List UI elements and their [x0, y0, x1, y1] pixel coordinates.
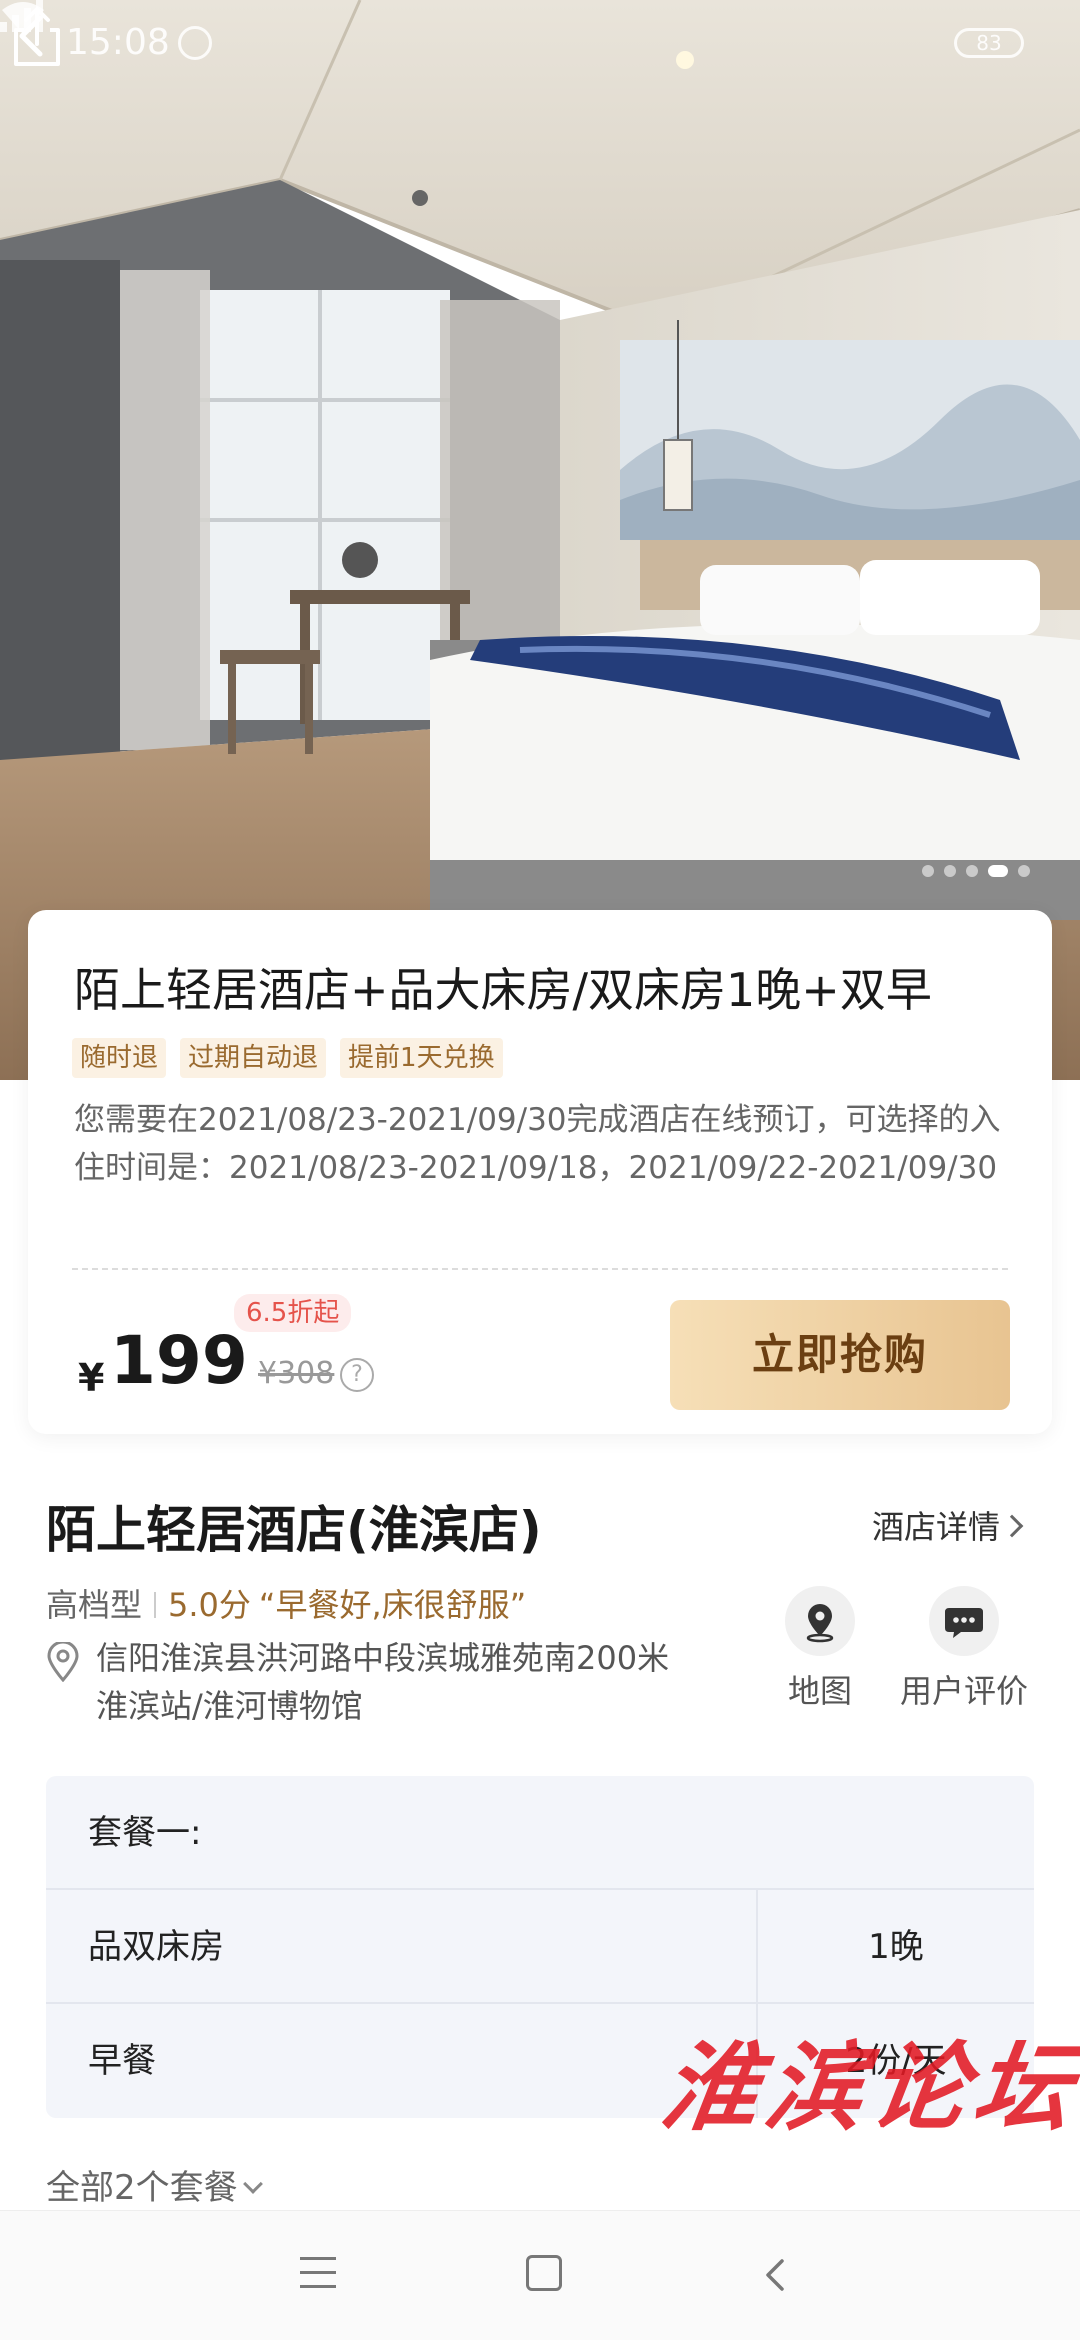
divider — [72, 1268, 1008, 1270]
carousel-dot-active — [988, 865, 1008, 877]
map-button[interactable]: 地图 — [750, 1586, 890, 1712]
tag-refund-anytime: 随时退 — [72, 1038, 167, 1078]
user-review-label: 用户评价 — [899, 1672, 1028, 1710]
chevron-right-icon — [1000, 1514, 1024, 1538]
tag-auto-refund: 过期自动退 — [180, 1038, 327, 1078]
menu-icon[interactable] — [300, 2257, 336, 2291]
all-packages-toggle[interactable]: 全部2个套餐 — [46, 2160, 263, 2209]
tag-advance-redeem: 提前1天兑换 — [340, 1038, 503, 1078]
sale-price: 199 — [110, 1322, 248, 1399]
share-icon[interactable] — [0, 0, 74, 74]
hotel-score: 5.0分 — [168, 1586, 251, 1624]
separator — [154, 1592, 157, 1618]
alarm-icon — [178, 26, 212, 60]
product-tags: 随时退 过期自动退 提前1天兑换 — [72, 1038, 503, 1078]
status-time: 15:08 — [66, 22, 170, 63]
carousel-dot — [1018, 865, 1030, 877]
map-icon — [785, 1586, 855, 1656]
forum-watermark: 淮滨论坛 — [654, 2031, 1080, 2144]
hotel-grade: 高档型 — [46, 1586, 143, 1624]
help-icon[interactable]: ? — [340, 1358, 374, 1392]
battery-icon: 83 — [954, 28, 1024, 58]
product-card: 陌上轻居酒店+品大床房/双床房1晚+双早 随时退 过期自动退 提前1天兑换 您需… — [28, 910, 1052, 1434]
nav-back-icon[interactable] — [758, 2257, 794, 2293]
table-row: 品双床房 1晚 — [46, 1890, 1034, 2004]
hotel-name: 陌上轻居酒店(淮滨店) — [46, 1501, 542, 1559]
currency-symbol: ¥ — [78, 1356, 105, 1400]
carousel-dot — [922, 865, 934, 877]
hotel-detail-label: 酒店详情 — [872, 1508, 1001, 1546]
map-label: 地图 — [787, 1672, 852, 1710]
booking-notice: 您需要在2021/08/23-2021/09/30完成酒店在线预订，可选择的入住… — [74, 1102, 1001, 1186]
chevron-down-icon — [242, 2174, 263, 2194]
chat-bubble-icon — [929, 1586, 999, 1656]
rating-line: 高档型 5.0分 “早餐好,床很舒服” — [46, 1580, 526, 1626]
buy-now-button[interactable]: 立即抢购 — [670, 1300, 1010, 1410]
carousel-dot — [944, 865, 956, 877]
location-pin-icon — [47, 1642, 79, 1682]
user-review-button[interactable]: 用户评价 — [894, 1586, 1034, 1712]
featured-comment: “早餐好,床很舒服” — [258, 1586, 527, 1624]
package-item-qty: 1晚 — [868, 1927, 924, 1967]
product-title: 陌上轻居酒店+品大床房/双床房1晚+双早 — [74, 963, 932, 1017]
all-packages-label: 全部2个套餐 — [46, 2168, 238, 2208]
home-icon[interactable] — [526, 2255, 562, 2291]
hotel-detail-link[interactable]: 酒店详情 — [872, 1502, 1024, 1548]
status-bar: 15:08 83 — [0, 0, 1080, 90]
carousel-dot — [966, 865, 978, 877]
discount-badge: 6.5折起 — [234, 1294, 352, 1332]
carousel-indicator — [922, 864, 1030, 878]
package-item-name: 早餐 — [46, 2004, 758, 2118]
package-item-name: 品双床房 — [46, 1890, 758, 2002]
package-title: 套餐一: — [46, 1776, 1034, 1890]
system-nav-bar — [0, 2210, 1080, 2340]
original-price: ¥308 — [258, 1356, 335, 1391]
hotel-address: 信阳淮滨县洪河路中段滨城雅苑南200米淮滨站/淮河博物馆 — [96, 1639, 670, 1725]
